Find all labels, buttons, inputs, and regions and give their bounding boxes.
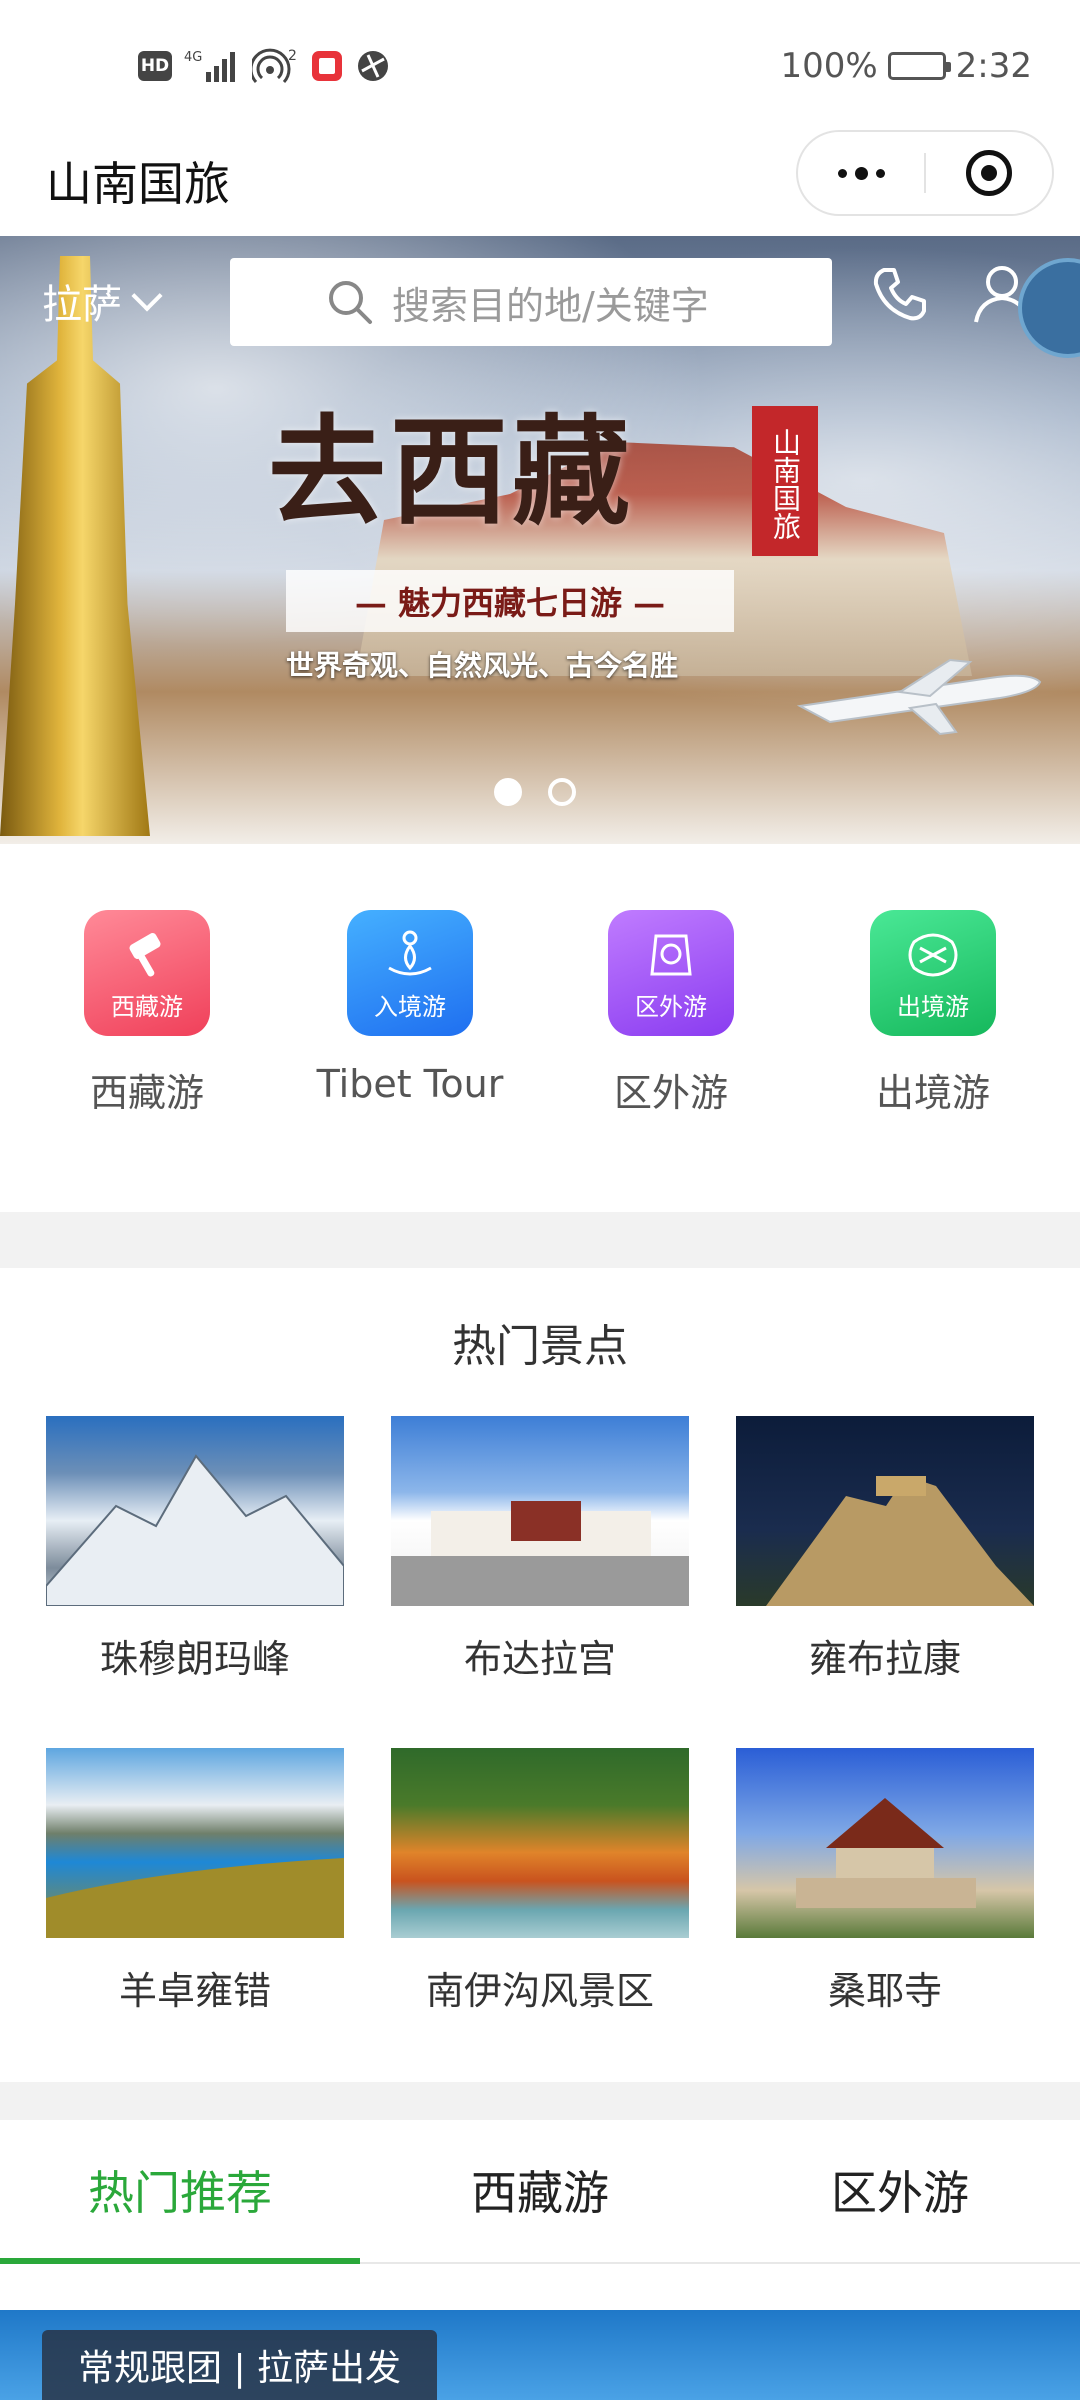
banner-tagline: 世界奇观、自然风光、古今名胜 <box>286 649 679 682</box>
product-card[interactable]: 常规跟团 | 拉萨出发 <box>0 2264 1080 2400</box>
tab-hot-recommend[interactable]: 热门推荐 <box>0 2120 360 2260</box>
pager-dot-2[interactable] <box>548 778 576 806</box>
chevron-down-icon <box>131 280 163 312</box>
page-title: 山南国旅 <box>46 157 230 211</box>
section-title: 热门景点 <box>452 1321 628 1372</box>
status-icons: HD 4G 2 <box>138 44 390 88</box>
banner-headline: 去西藏 <box>268 402 635 541</box>
lotus-icon <box>388 930 432 976</box>
title-bar: 山南国旅 <box>0 130 1080 236</box>
svg-text:4G: 4G <box>184 50 202 65</box>
banner-pager <box>494 778 576 806</box>
target-close-icon <box>966 150 1012 196</box>
status-right: 100% 2:32 <box>780 44 1032 88</box>
spot-image <box>46 1416 344 1606</box>
4g-signal-icon: 4G <box>184 48 240 84</box>
browser-icon <box>356 48 390 84</box>
spot-card[interactable]: 雍布拉康 <box>736 1416 1034 1683</box>
spot-name: 南伊沟风景区 <box>425 1969 654 2013</box>
cake-icon <box>650 934 692 976</box>
category-label: 出境游 <box>875 1071 990 1115</box>
category-icon: 区外游 <box>608 910 734 1036</box>
spot-card[interactable]: 南伊沟风景区 <box>391 1748 689 2015</box>
hero-banner[interactable]: 去西藏 山南国旅 — 魅力西藏七日游 — 世界奇观、自然风光、古今名胜 拉萨 搜… <box>0 236 1080 844</box>
hammer-icon <box>129 933 161 977</box>
spot-image <box>736 1748 1034 1938</box>
app-notification-icon <box>310 48 344 84</box>
clock: 2:32 <box>955 46 1032 86</box>
category-inbound-tour[interactable]: 入境游 Tibet Tour <box>315 910 505 1106</box>
banner-subtitle: — 魅力西藏七日游 — <box>286 570 734 632</box>
spot-name: 雍布拉康 <box>808 1637 961 1681</box>
city-label: 拉萨 <box>42 282 122 328</box>
category-icon: 出境游 <box>870 910 996 1036</box>
spot-card[interactable]: 珠穆朗玛峰 <box>46 1416 344 1683</box>
hotspot-icon: 2 <box>252 48 298 84</box>
spot-image <box>391 1416 689 1606</box>
category-label: 西藏游 <box>89 1071 204 1115</box>
category-icon: 西藏游 <box>84 910 210 1036</box>
product-tag: 常规跟团 | 拉萨出发 <box>42 2330 438 2400</box>
hot-spots-section: 热门景点 珠穆朗玛峰 布达拉宫 雍布拉康 羊卓雍错 南伊沟风景区 桑耶寺 <box>0 1268 1080 2082</box>
city-selector[interactable]: 拉萨 <box>42 272 163 330</box>
spot-image <box>46 1748 344 1938</box>
search-icon <box>329 281 372 324</box>
category-label: 区外游 <box>613 1071 728 1115</box>
phone-icon[interactable] <box>870 264 930 324</box>
search-placeholder: 搜索目的地/关键字 <box>392 283 709 328</box>
spot-card[interactable]: 羊卓雍错 <box>46 1748 344 2015</box>
close-button[interactable] <box>926 132 1052 214</box>
spot-name: 桑耶寺 <box>827 1969 942 2013</box>
banner-seal: 山南国旅 <box>752 406 818 556</box>
battery-percent: 100% <box>780 46 878 86</box>
hd-icon: HD <box>138 51 172 81</box>
category-tibet-tour[interactable]: 西藏游 西藏游 <box>52 910 242 1117</box>
spot-image <box>736 1416 1034 1606</box>
spot-card[interactable]: 桑耶寺 <box>736 1748 1034 2015</box>
spot-name: 珠穆朗玛峰 <box>99 1637 290 1681</box>
category-outbound-tour[interactable]: 出境游 出境游 <box>838 910 1028 1117</box>
search-input[interactable]: 搜索目的地/关键字 <box>230 258 832 346</box>
spot-image <box>391 1748 689 1938</box>
svg-text:2: 2 <box>288 48 297 64</box>
tab-bar: 热门推荐 西藏游 区外游 <box>0 2120 1080 2264</box>
more-button[interactable] <box>798 132 924 214</box>
status-bar: HD 4G 2 100% 2:32 <box>0 0 1080 130</box>
category-grid: 西藏游 西藏游 入境游 Tibet Tour 区外游 区外游 出境游 出境游 <box>0 844 1080 1212</box>
spot-card[interactable]: 布达拉宫 <box>391 1416 689 1683</box>
knot-icon <box>908 933 958 977</box>
pager-dot-1[interactable] <box>494 778 522 806</box>
category-outside-region-tour[interactable]: 区外游 区外游 <box>576 910 766 1117</box>
more-dots-icon <box>837 166 885 180</box>
category-label: Tibet Tour <box>316 1062 504 1106</box>
tab-tibet-tour[interactable]: 西藏游 <box>360 2120 720 2260</box>
airplane-image <box>796 658 1042 736</box>
category-icon: 入境游 <box>347 910 473 1036</box>
tab-outside-region-tour[interactable]: 区外游 <box>720 2120 1080 2260</box>
battery-icon <box>887 52 951 80</box>
spot-name: 羊卓雍错 <box>118 1969 271 2013</box>
spot-name: 布达拉宫 <box>463 1637 616 1681</box>
mini-program-capsule <box>796 130 1054 216</box>
